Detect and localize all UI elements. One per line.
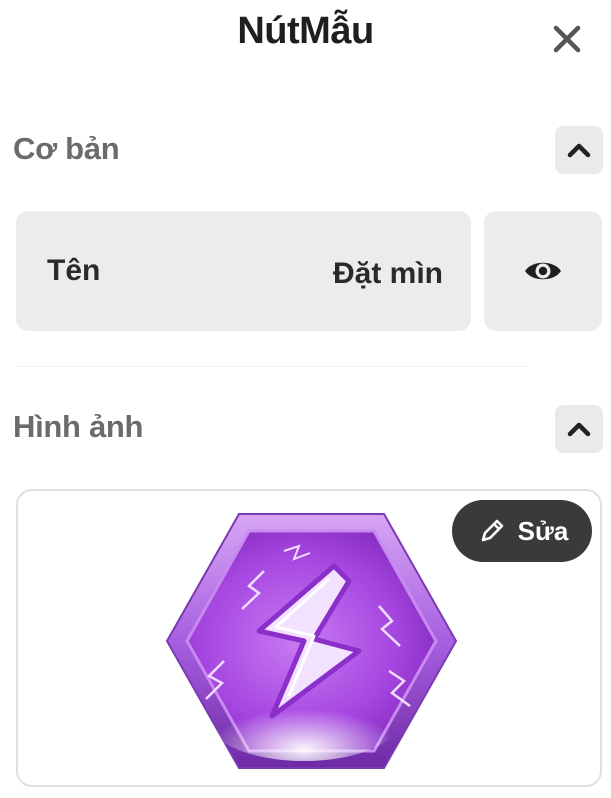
chevron-up-icon	[567, 143, 591, 158]
name-field-label: Tên	[47, 254, 101, 287]
collapse-basic-button[interactable]	[555, 126, 603, 174]
section-title-basic: Cơ bản	[13, 131, 120, 166]
lightning-hexagon-icon	[165, 513, 458, 769]
visibility-toggle-button[interactable]	[484, 211, 602, 331]
edit-image-button[interactable]: Sửa	[452, 500, 592, 562]
section-divider	[18, 366, 528, 367]
close-button[interactable]	[546, 18, 588, 60]
collapse-image-button[interactable]	[555, 405, 603, 453]
eye-icon	[525, 262, 561, 280]
close-icon	[553, 25, 581, 53]
edit-image-label: Sửa	[517, 515, 569, 546]
pencil-icon	[481, 519, 503, 542]
chevron-up-icon	[567, 422, 591, 437]
page-title: NútMẫu	[237, 10, 374, 52]
name-field-value: Đặt mìn	[332, 257, 443, 290]
item-template-panel: NútMẫu Cơ bản Tên Đặt mìn Hình ảnh Sửa	[0, 0, 611, 798]
name-field[interactable]: Tên Đặt mìn	[16, 211, 471, 331]
section-title-image: Hình ảnh	[13, 409, 144, 444]
